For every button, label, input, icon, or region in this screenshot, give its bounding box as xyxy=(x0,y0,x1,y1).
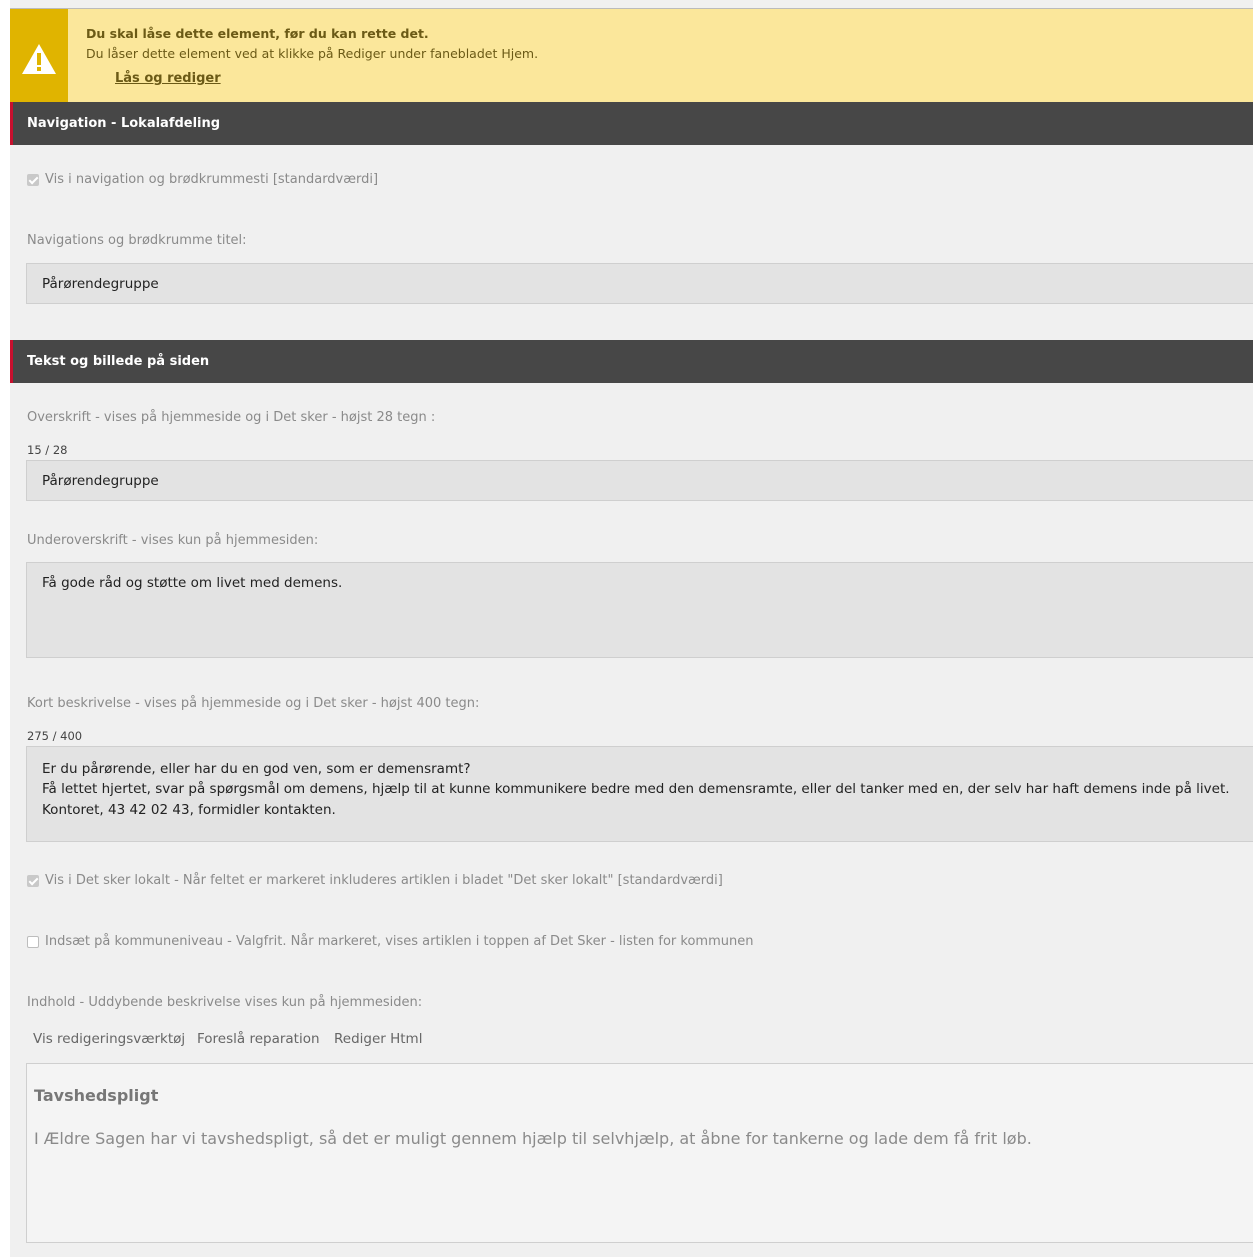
editor-body: I Ældre Sagen har vi tavshedspligt, så d… xyxy=(34,1129,1032,1148)
checkbox-label: Indsæt på kommuneniveau - Valgfrit. Når … xyxy=(45,934,754,949)
content-section-header: Tekst og billede på siden xyxy=(10,340,1253,383)
section-accent xyxy=(10,102,13,145)
section-title: Navigation - Lokalafdeling xyxy=(27,116,221,131)
subheadline-value: Få gode råd og støtte om livet med demen… xyxy=(42,575,343,591)
lock-warning-banner: Du skal låse dette element, før du kan r… xyxy=(10,9,1253,102)
short-description-label: Kort beskrivelse - vises på hjemmeside o… xyxy=(27,696,480,711)
show-in-navigation-checkbox[interactable] xyxy=(27,173,39,186)
nav-title-input[interactable]: Pårørendegruppe xyxy=(26,263,1253,304)
show-local-checkbox[interactable] xyxy=(27,874,39,887)
short-description-counter: 275 / 400 xyxy=(27,729,83,743)
subheadline-textarea[interactable]: Få gode råd og støtte om livet med demen… xyxy=(26,562,1253,658)
headline-input[interactable]: Pårørendegruppe xyxy=(26,460,1253,501)
warning-icon xyxy=(22,44,56,74)
section-title: Tekst og billede på siden xyxy=(27,354,210,369)
headline-label: Overskrift - vises på hjemmeside og i De… xyxy=(27,410,436,425)
subheadline-label: Underoverskrift - vises kun på hjemmesid… xyxy=(27,533,319,548)
lock-and-edit-link[interactable]: Lås og rediger xyxy=(115,71,221,86)
checkbox-label: Vis i Det sker lokalt - Når feltet er ma… xyxy=(45,873,723,888)
section-accent xyxy=(10,340,13,383)
description-line: Få lettet hjertet, svar på spørgsmål om … xyxy=(42,781,1230,797)
editor-heading: Tavshedspligt xyxy=(34,1086,159,1105)
show-local-checkbox-row[interactable]: Vis i Det sker lokalt - Når feltet er ma… xyxy=(27,873,723,888)
warning-icon-box xyxy=(10,9,68,102)
suggest-repair-link[interactable]: Foreslå reparation xyxy=(197,1031,320,1047)
navigation-section-header: Navigation - Lokalafdeling xyxy=(10,102,1253,145)
nav-title-value: Pårørendegruppe xyxy=(42,276,159,292)
short-description-textarea[interactable]: Er du pårørende, eller har du en god ven… xyxy=(26,746,1253,842)
content-label: Indhold - Uddybende beskrivelse vises ku… xyxy=(27,995,423,1010)
checkbox-label: Vis i navigation og brødkrummesti [stand… xyxy=(45,172,379,187)
show-in-navigation-checkbox-row[interactable]: Vis i navigation og brødkrummesti [stand… xyxy=(27,172,378,187)
municipality-checkbox-row[interactable]: Indsæt på kommuneniveau - Valgfrit. Når … xyxy=(27,934,753,949)
edit-html-link[interactable]: Rediger Html xyxy=(334,1031,422,1047)
headline-counter: 15 / 28 xyxy=(27,443,68,457)
headline-value: Pårørendegruppe xyxy=(42,473,159,489)
municipality-checkbox[interactable] xyxy=(27,935,39,948)
edit-form: Du skal låse dette element, før du kan r… xyxy=(10,0,1253,1257)
show-editor-tools-link[interactable]: Vis redigeringsværktøj xyxy=(33,1031,185,1047)
nav-title-label: Navigations og brødkrumme titel: xyxy=(27,233,247,248)
description-line: Er du pårørende, eller har du en god ven… xyxy=(42,761,471,777)
description-line: Kontoret, 43 42 02 43, formidler kontakt… xyxy=(42,802,336,818)
warning-text: Du låser dette element ved at klikke på … xyxy=(86,46,539,61)
warning-title: Du skal låse dette element, før du kan r… xyxy=(86,26,429,41)
rich-text-editor[interactable]: Tavshedspligt I Ældre Sagen har vi tavsh… xyxy=(26,1063,1253,1243)
